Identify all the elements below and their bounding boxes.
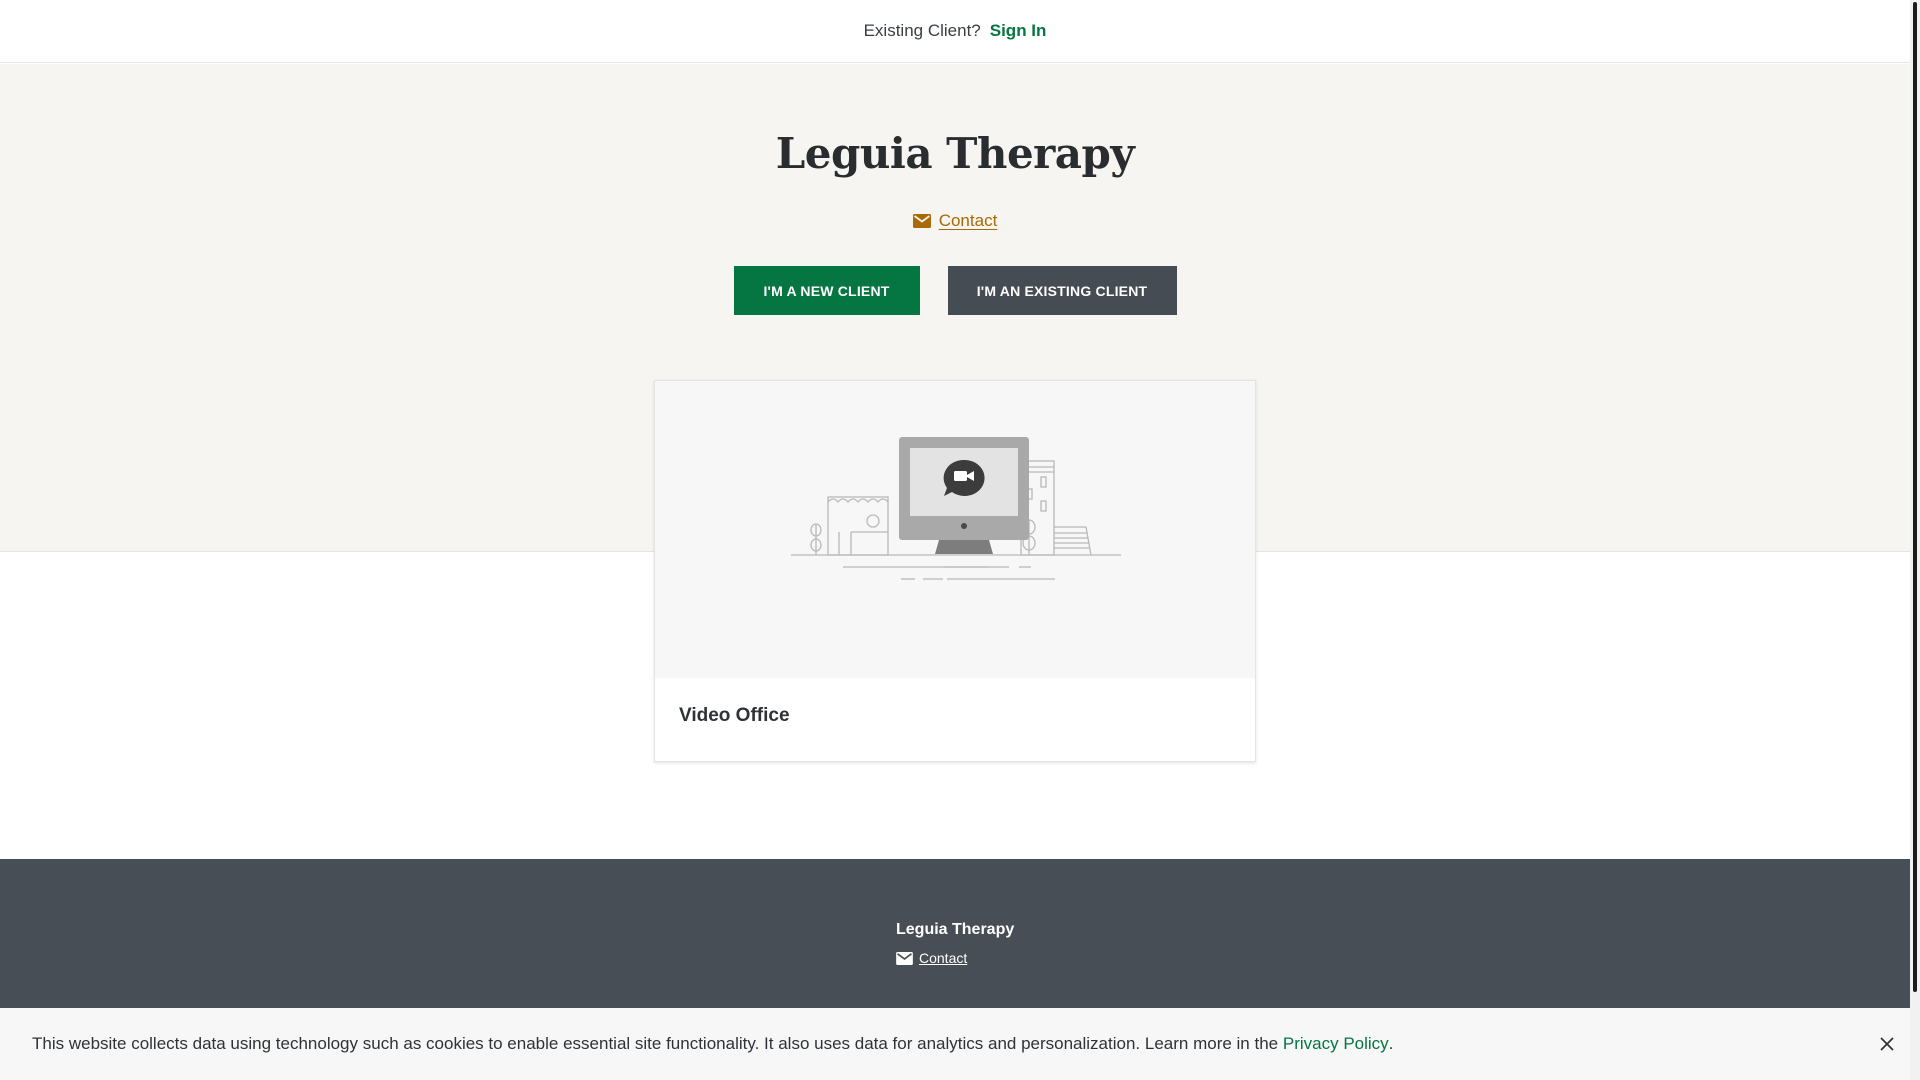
card-image bbox=[655, 381, 1255, 678]
existing-client-question: Existing Client? bbox=[863, 21, 981, 40]
cookie-suffix: . bbox=[1388, 1034, 1394, 1053]
hero-contact: Contact bbox=[0, 211, 1910, 231]
close-icon[interactable] bbox=[1878, 1035, 1896, 1053]
mail-icon bbox=[896, 951, 913, 965]
cookie-banner: This website collects data using technol… bbox=[0, 1008, 1910, 1080]
privacy-policy-link[interactable]: Privacy Policy bbox=[1283, 1034, 1389, 1054]
footer-practice-name: Leguia Therapy bbox=[896, 921, 1015, 938]
existing-client-button[interactable]: I'M AN EXISTING CLIENT bbox=[947, 266, 1177, 315]
card-title: Video Office bbox=[679, 705, 790, 726]
new-client-button[interactable]: I'M A NEW CLIENT bbox=[733, 266, 920, 315]
footer-contact-link[interactable]: Contact bbox=[919, 950, 967, 966]
mail-icon bbox=[912, 214, 931, 228]
practice-title: Leguia Therapy bbox=[775, 129, 1135, 178]
cookie-text: This website collects data using technol… bbox=[32, 1034, 1279, 1053]
footer-contact: Contact bbox=[896, 950, 1014, 966]
client-buttons: I'M A NEW CLIENT I'M AN EXISTING CLIENT bbox=[0, 266, 1910, 315]
footer-info: Leguia Therapy Contact bbox=[896, 921, 1014, 966]
scrollbar-thumb[interactable] bbox=[1913, 2, 1917, 992]
top-bar: Existing Client? Sign In bbox=[0, 0, 1910, 63]
video-office-card[interactable]: Video Office bbox=[654, 380, 1256, 762]
sign-in-link[interactable]: Sign In bbox=[990, 21, 1047, 41]
video-office-illustration-icon bbox=[791, 437, 1121, 580]
contact-link[interactable]: Contact bbox=[939, 211, 998, 231]
